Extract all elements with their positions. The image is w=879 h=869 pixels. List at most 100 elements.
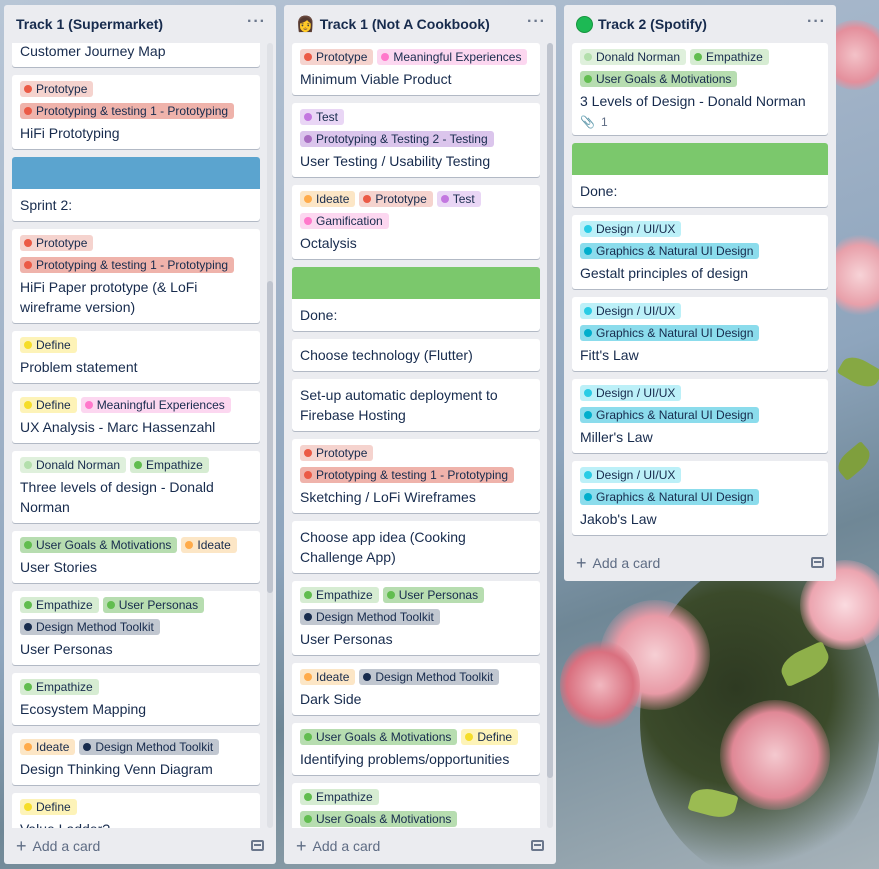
card[interactable]: Ideate Design Method Toolkit Dark Side bbox=[292, 663, 540, 715]
card-label[interactable]: Define bbox=[20, 799, 77, 815]
card[interactable]: Sprint 2: bbox=[12, 157, 260, 221]
card[interactable]: Set-up automatic deployment to Firebase … bbox=[292, 379, 540, 431]
card-label[interactable]: User Personas bbox=[102, 597, 205, 613]
more-icon[interactable]: ··· bbox=[807, 13, 826, 31]
card-label[interactable]: Graphics & Natural UI Design bbox=[580, 407, 760, 423]
card-label[interactable]: Prototyping & testing 1 - Prototyping bbox=[20, 103, 235, 119]
card[interactable]: Empathize User Personas Design Method Tool… bbox=[12, 591, 260, 665]
card-label[interactable]: Test bbox=[300, 109, 345, 125]
card[interactable]: Define Value Ladder? bbox=[12, 793, 260, 828]
list-title[interactable]: 👩 Track 1 (Not A Cookbook) bbox=[296, 15, 490, 33]
card-template-icon[interactable] bbox=[251, 840, 264, 851]
card-template-icon[interactable] bbox=[531, 840, 544, 851]
card-label[interactable]: Graphics & Natural UI Design bbox=[580, 489, 760, 505]
card-label[interactable]: User Goals & Motivations bbox=[300, 729, 458, 745]
card[interactable]: Choose technology (Flutter) bbox=[292, 339, 540, 371]
card-label[interactable]: Define bbox=[20, 337, 77, 353]
list-title-text[interactable]: Track 1 (Supermarket) bbox=[16, 16, 163, 32]
card-label[interactable]: Prototype bbox=[359, 191, 433, 207]
label-text: Empathize bbox=[36, 680, 93, 694]
card-label[interactable]: Empathize bbox=[690, 49, 769, 65]
card[interactable]: Test Prototyping & Testing 2 - Testing Use… bbox=[292, 103, 540, 177]
card[interactable]: Empathize Ecosystem Mapping bbox=[12, 673, 260, 725]
scrollbar-thumb[interactable] bbox=[267, 281, 273, 593]
card-label[interactable]: Meaningful Experiences bbox=[80, 397, 231, 413]
card-label[interactable]: Design / UI/UX bbox=[580, 221, 682, 237]
card-label[interactable]: Donald Norman bbox=[20, 457, 127, 473]
card-label[interactable]: Empathize bbox=[130, 457, 209, 473]
card-label[interactable]: Ideate bbox=[300, 191, 356, 207]
card-label[interactable]: User Goals & Motivations bbox=[20, 537, 178, 553]
card[interactable]: Donald Norman Empathize Three levels of de… bbox=[12, 451, 260, 523]
card[interactable]: Prototype Prototyping & testing 1 - Proto… bbox=[12, 229, 260, 323]
card[interactable]: Choose app idea (Cooking Challenge App) bbox=[292, 521, 540, 573]
card-label[interactable]: Graphics & Natural UI Design bbox=[580, 243, 760, 259]
card-label[interactable]: Design Method Toolkit bbox=[20, 619, 160, 635]
list-title-text[interactable]: Track 1 (Not A Cookbook) bbox=[320, 16, 490, 32]
list-header[interactable]: 👩 Track 1 (Not A Cookbook) ··· bbox=[284, 5, 556, 43]
card-label[interactable]: User Goals & Motivations bbox=[300, 811, 458, 827]
card-label[interactable]: Empathize bbox=[300, 789, 379, 805]
card-label[interactable]: Meaningful Experiences bbox=[377, 49, 528, 65]
card-label[interactable]: User Goals & Motivations bbox=[580, 71, 738, 87]
card-label[interactable]: Design Method Toolkit bbox=[359, 669, 500, 685]
card-label[interactable]: Prototype bbox=[300, 445, 374, 461]
card-label[interactable]: Design / UI/UX bbox=[580, 385, 682, 401]
card-label[interactable]: Ideate bbox=[181, 537, 237, 553]
more-icon[interactable]: ··· bbox=[247, 13, 266, 31]
card-label[interactable]: Design / UI/UX bbox=[580, 303, 682, 319]
card-label[interactable]: Test bbox=[436, 191, 481, 207]
list-title-text[interactable]: Track 2 (Spotify) bbox=[598, 16, 707, 32]
label-text: Graphics & Natural UI Design bbox=[596, 244, 754, 258]
card-label[interactable]: Gamification bbox=[300, 213, 389, 229]
card-label[interactable]: Empathize bbox=[20, 597, 99, 613]
card[interactable]: Donald Norman Empathize User Goals & Motiv… bbox=[572, 43, 828, 135]
card[interactable]: Ideate Design Method Toolkit Design Thinki… bbox=[12, 733, 260, 785]
more-icon[interactable]: ··· bbox=[527, 13, 546, 31]
card[interactable]: Design / UI/UX Graphics & Natural UI Desi… bbox=[572, 297, 828, 371]
card-label[interactable]: Define bbox=[461, 729, 519, 745]
card[interactable]: Define Problem statement bbox=[12, 331, 260, 383]
card[interactable]: Empathize User Personas Design Method Tool… bbox=[292, 581, 540, 655]
card-label[interactable]: Design Method Toolkit bbox=[300, 609, 440, 625]
list-header[interactable]: Track 2 (Spotify) ··· bbox=[564, 5, 836, 43]
card[interactable]: Prototype Prototyping & testing 1 - Proto… bbox=[12, 75, 260, 149]
card[interactable]: Customer Journey Map bbox=[12, 43, 260, 67]
card-label[interactable]: Prototyping & testing 1 - Prototyping bbox=[20, 257, 235, 273]
card-label[interactable]: Design Method Toolkit bbox=[79, 739, 220, 755]
card-label[interactable]: Graphics & Natural UI Design bbox=[580, 325, 760, 341]
card[interactable]: Prototype Prototyping & testing 1 - Proto… bbox=[292, 439, 540, 513]
card[interactable]: Design / UI/UX Graphics & Natural UI Desi… bbox=[572, 379, 828, 453]
card-label[interactable]: Prototype bbox=[20, 81, 94, 97]
scrollbar-thumb[interactable] bbox=[547, 43, 553, 778]
card-label[interactable]: Empathize bbox=[20, 679, 99, 695]
card[interactable]: Ideate Prototype Test Gamification Octalysis bbox=[292, 185, 540, 259]
card-label[interactable]: Ideate bbox=[20, 739, 76, 755]
card[interactable]: Prototype Meaningful Experiences Minimum V… bbox=[292, 43, 540, 95]
add-card-button[interactable]: + Add a card bbox=[284, 828, 556, 864]
card-template-icon[interactable] bbox=[811, 557, 824, 568]
card[interactable]: Design / UI/UX Graphics & Natural UI Desi… bbox=[572, 461, 828, 535]
card-label[interactable]: Prototype bbox=[20, 235, 94, 251]
list-header[interactable]: Track 1 (Supermarket) ··· bbox=[4, 5, 276, 43]
list-title[interactable]: Track 2 (Spotify) bbox=[576, 15, 707, 33]
add-card-button[interactable]: + Add a card bbox=[564, 545, 836, 581]
card[interactable]: User Goals & Motivations Ideate User Stori… bbox=[12, 531, 260, 583]
card-label[interactable]: Design / UI/UX bbox=[580, 467, 682, 483]
card[interactable]: Done: bbox=[292, 267, 540, 331]
card-label[interactable]: User Personas bbox=[382, 587, 485, 603]
card-label[interactable]: Prototyping & Testing 2 - Testing bbox=[300, 131, 494, 147]
card-label[interactable]: Prototyping & testing 1 - Prototyping bbox=[300, 467, 515, 483]
card-label[interactable]: Define bbox=[20, 397, 77, 413]
card-label[interactable]: Empathize bbox=[300, 587, 379, 603]
card[interactable]: Define Meaningful Experiences UX Analysis … bbox=[12, 391, 260, 443]
card[interactable]: User Goals & Motivations Define Identifyin… bbox=[292, 723, 540, 775]
card[interactable]: EmpathizeUser Goals & MotivationsDesign … bbox=[292, 783, 540, 828]
add-card-button[interactable]: + Add a card bbox=[4, 828, 276, 864]
card[interactable]: Done: bbox=[572, 143, 828, 207]
card[interactable]: Design / UI/UX Graphics & Natural UI Desi… bbox=[572, 215, 828, 289]
card-label[interactable]: Prototype bbox=[300, 49, 374, 65]
list-title[interactable]: Track 1 (Supermarket) bbox=[16, 16, 163, 32]
card-label[interactable]: Donald Norman bbox=[580, 49, 687, 65]
card-label[interactable]: Ideate bbox=[300, 669, 356, 685]
